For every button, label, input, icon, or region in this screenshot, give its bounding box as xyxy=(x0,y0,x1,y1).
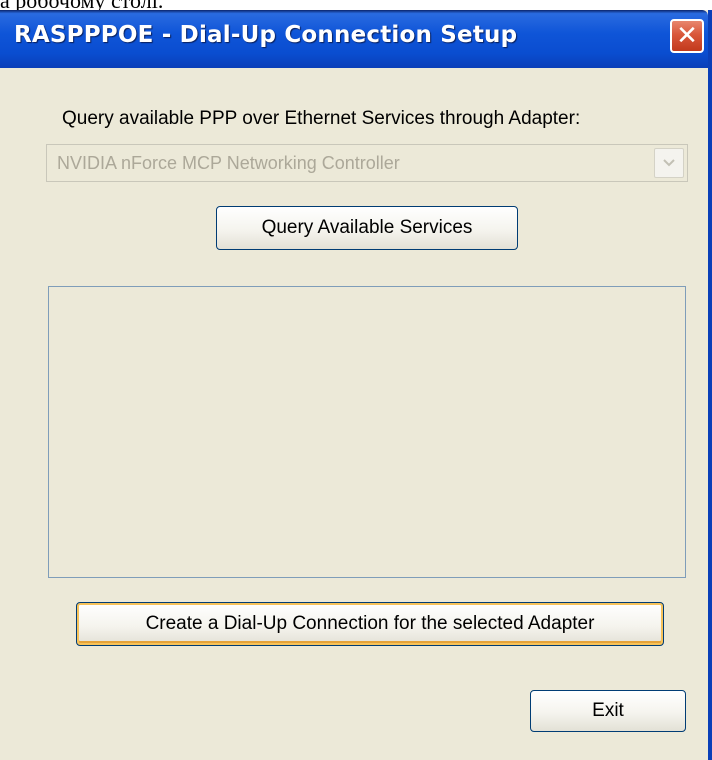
query-services-button[interactable]: Query Available Services xyxy=(216,206,518,250)
close-button[interactable]: ✕ xyxy=(670,19,704,53)
exit-button[interactable]: Exit xyxy=(530,690,686,732)
title-bar[interactable]: RASPPPOE - Dial-Up Connection Setup ✕ xyxy=(0,10,708,68)
adapter-select-dropdown-button[interactable] xyxy=(654,148,684,178)
services-list[interactable] xyxy=(48,286,686,578)
close-icon: ✕ xyxy=(676,21,698,51)
create-connection-button[interactable]: Create a Dial-Up Connection for the sele… xyxy=(76,602,664,646)
create-connection-button-label: Create a Dial-Up Connection for the sele… xyxy=(145,613,595,634)
window-title: RASPPPOE - Dial-Up Connection Setup xyxy=(14,22,518,48)
exit-button-label: Exit xyxy=(592,700,624,721)
query-services-button-label: Query Available Services xyxy=(261,217,473,238)
chevron-down-icon xyxy=(663,159,675,167)
screenshot: а робочому столі. RASPPPOE - Dial-Up Con… xyxy=(0,0,712,760)
adapter-label: Query available PPP over Ethernet Servic… xyxy=(62,108,581,129)
dialog-window: RASPPPOE - Dial-Up Connection Setup ✕ Qu… xyxy=(0,10,712,760)
adapter-select-value: NVIDIA nForce MCP Networking Controller xyxy=(57,153,400,173)
adapter-select[interactable]: NVIDIA nForce MCP Networking Controller xyxy=(46,144,688,182)
